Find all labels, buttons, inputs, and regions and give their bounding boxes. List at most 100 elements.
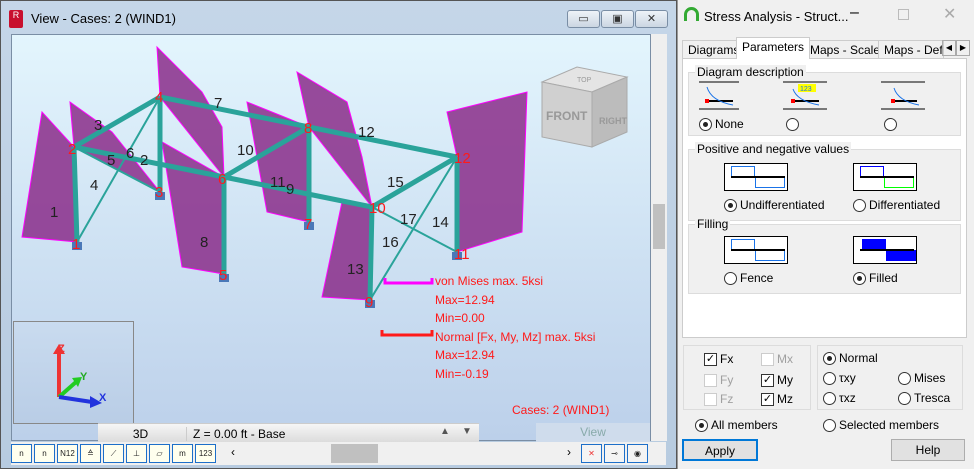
status-bar: 3D Z = 0.00 ft - Base ▲ ▼: [98, 423, 479, 442]
loads-button[interactable]: m: [172, 444, 193, 463]
bottom-toolbar: n n N12 ≙ ⟋ ⊥ ▱ m 123 ‹ › ✕ ⊸ ◉: [11, 442, 666, 465]
svg-text:123: 123: [800, 86, 812, 93]
viewcube-top: TOP: [577, 77, 592, 84]
mises-max: Max=12.94: [435, 292, 495, 307]
radio-tresca[interactable]: Tresca: [898, 391, 950, 406]
maximize-button[interactable]: ▣: [601, 10, 634, 28]
maximize-button[interactable]: [898, 9, 909, 20]
scroll-left-icon[interactable]: ‹: [231, 445, 235, 459]
radio-desc-label[interactable]: [786, 117, 802, 132]
member-label: 6: [126, 145, 134, 162]
view-mode[interactable]: 3D: [98, 427, 183, 441]
mises-legend-swatch: [383, 278, 434, 285]
load-values-button[interactable]: 123: [195, 444, 216, 463]
radio-desc-values[interactable]: [884, 117, 900, 132]
panel-numbers-button[interactable]: N12: [57, 444, 78, 463]
axis-z: Z: [58, 343, 65, 355]
radio-label: Undifferentiated: [740, 198, 825, 212]
level-up-button[interactable]: ▲: [440, 426, 450, 437]
diagram-shape: [21, 110, 78, 243]
node-label: 10: [369, 200, 386, 217]
member-label: 13: [347, 261, 364, 278]
eye-icon[interactable]: ◉: [627, 444, 648, 463]
scroll-right-icon[interactable]: ›: [567, 445, 571, 459]
hide-icon[interactable]: ✕: [581, 444, 602, 463]
tab-maps-scale[interactable]: Maps - Scale: [804, 40, 887, 58]
group-label: Filling: [695, 217, 731, 231]
cases-label: Cases: 2 (WIND1): [512, 403, 610, 417]
minimize-button[interactable]: –: [850, 4, 859, 22]
radio-filled[interactable]: Filled: [853, 271, 898, 286]
view-window: R View - Cases: 2 (WIND1) ▭ ▣ ✕ 1 2 3 4 …: [0, 0, 677, 469]
level-down-button[interactable]: ▼: [462, 426, 472, 437]
forces-group: ✓ Fx Mx Fy ✓ My Fz ✓ Mz: [683, 345, 811, 410]
radio-all-members[interactable]: All members: [695, 418, 778, 433]
apply-button[interactable]: Apply: [682, 439, 758, 461]
display-icon[interactable]: ⊸: [604, 444, 625, 463]
radio-fence[interactable]: Fence: [724, 271, 773, 286]
horizontal-scrollbar[interactable]: [251, 444, 561, 463]
radio-undifferentiated[interactable]: Undifferentiated: [724, 198, 825, 213]
radio-mises[interactable]: Mises: [898, 371, 945, 386]
undifferentiated-icon: [724, 163, 788, 191]
filled-icon: [853, 236, 917, 264]
bar-numbers-button[interactable]: n: [34, 444, 55, 463]
checkbox-fz[interactable]: Fz: [704, 392, 733, 407]
member-label: 4: [90, 177, 98, 194]
supports-button[interactable]: ≙: [80, 444, 101, 463]
normal-title: Normal [Fx, My, Mz] max. 5ksi: [435, 329, 596, 344]
parameters-panel: Diagram description 123 None Positive an…: [682, 58, 967, 338]
radio-normal[interactable]: Normal: [823, 351, 878, 366]
radio-differentiated[interactable]: Differentiated: [853, 198, 940, 213]
node-label: 3: [155, 184, 163, 201]
local-axes-button[interactable]: ⊥: [126, 444, 147, 463]
radio-desc-none[interactable]: None: [699, 117, 744, 132]
pos-neg-group: Positive and negative values Undifferent…: [688, 142, 961, 221]
axis-x: X: [99, 392, 107, 404]
tab-scroll-right[interactable]: ▶: [956, 40, 970, 56]
sections-button[interactable]: ⟋: [103, 444, 124, 463]
node-label: 11: [454, 246, 470, 263]
stress-analysis-icon: [684, 7, 699, 21]
scroll-thumb[interactable]: [331, 444, 378, 463]
member-label: 3: [94, 117, 102, 134]
minimize-button[interactable]: ▭: [567, 10, 600, 28]
desc-none-icon: [699, 81, 739, 110]
node-numbers-button[interactable]: n: [11, 444, 32, 463]
node-label: 5: [219, 267, 227, 284]
member-label: 16: [382, 234, 399, 251]
tab-scroll-left[interactable]: ◀: [942, 40, 956, 56]
radio-selected-members[interactable]: Selected members: [823, 418, 939, 433]
checkbox-fy[interactable]: Fy: [704, 373, 733, 388]
panels-button[interactable]: ▱: [149, 444, 170, 463]
checkbox-fx[interactable]: ✓ Fx: [704, 352, 733, 367]
level-selector[interactable]: Z = 0.00 ft - Base: [186, 427, 436, 441]
radio-label: Filled: [869, 271, 898, 285]
diagram-description-group: Diagram description 123 None: [688, 65, 961, 136]
scroll-thumb[interactable]: [653, 204, 665, 249]
axis-y: Y: [80, 371, 88, 383]
close-button[interactable]: ✕: [943, 4, 956, 24]
node-label: 2: [68, 141, 76, 158]
close-button[interactable]: ✕: [635, 10, 668, 28]
filling-group: Filling Fence Filled: [688, 217, 961, 294]
view-label: View: [536, 423, 650, 442]
member-label: 2: [140, 152, 148, 169]
help-button[interactable]: Help: [891, 439, 965, 461]
radio-txy[interactable]: τxy: [823, 371, 856, 386]
member-label: 10: [237, 142, 254, 159]
radio-txz[interactable]: τxz: [823, 391, 856, 406]
tab-parameters[interactable]: Parameters: [736, 37, 811, 59]
view-cube[interactable]: FRONT RIGHT TOP: [540, 66, 629, 148]
radio-label: None: [715, 117, 744, 131]
member-label: 12: [358, 124, 375, 141]
tab-maps-def[interactable]: Maps - Def: [878, 40, 944, 58]
member-label: 7: [214, 95, 222, 112]
vertical-scrollbar[interactable]: [651, 34, 667, 441]
checkbox-my[interactable]: ✓ My: [761, 373, 793, 388]
node-label: 9: [365, 294, 373, 311]
differentiated-icon: [853, 163, 917, 191]
mises-min: Min=0.00: [435, 311, 485, 325]
checkbox-mz[interactable]: ✓ Mz: [761, 392, 793, 407]
checkbox-mx[interactable]: Mx: [761, 352, 793, 367]
